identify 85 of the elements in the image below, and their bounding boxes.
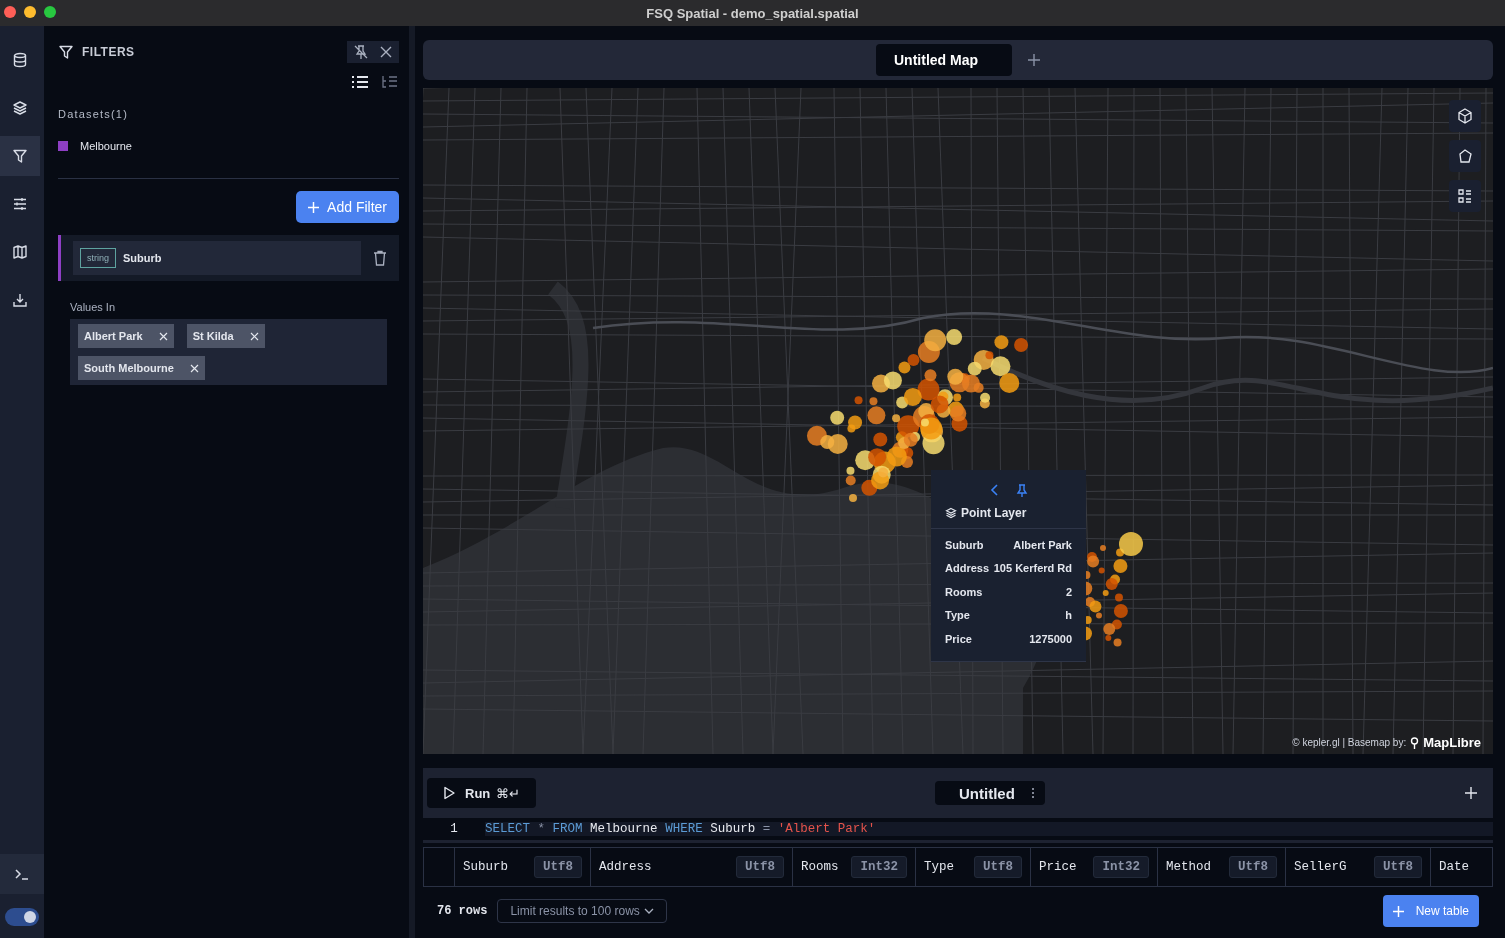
pin-icon[interactable] <box>1015 484 1028 498</box>
dataset-name: Melbourne <box>80 140 132 152</box>
column-type-badge: Int32 <box>851 856 907 878</box>
column-type-badge: Int32 <box>1093 856 1149 878</box>
field-label: Price <box>945 632 972 645</box>
filter-icon <box>12 148 28 164</box>
3d-view-button[interactable] <box>1449 100 1481 132</box>
values-label: Values In <box>70 301 117 313</box>
layers-icon <box>12 100 28 116</box>
column-type-badge: Utf8 <box>1374 856 1422 878</box>
column-header[interactable]: Suburb Utf8 <box>455 848 591 886</box>
sql-editor[interactable]: 1 SELECT * FROM Melbourne WHERE Suburb = 'Albert Park' <box>423 818 1493 843</box>
value-chip: Albert Park <box>78 324 174 348</box>
close-window-button[interactable] <box>4 6 16 18</box>
field-value: Albert Park <box>1013 538 1072 551</box>
filter-icon <box>58 44 74 60</box>
field-type-tag: string <box>80 248 116 268</box>
cube-icon <box>1457 108 1473 124</box>
column-header[interactable]: SellerG Utf8 <box>1286 848 1431 886</box>
line-number: 1 <box>449 822 459 836</box>
column-header[interactable]: Type Utf8 <box>916 848 1031 886</box>
datasets-label: Datasets(1) <box>58 108 130 120</box>
map-tab[interactable]: Untitled Map <box>876 44 1012 76</box>
field-value: 1275000 <box>1029 632 1072 645</box>
map-icon <box>12 244 28 260</box>
remove-icon[interactable] <box>249 331 259 341</box>
add-filter-button[interactable]: Add Filter <box>296 191 399 223</box>
values-field[interactable]: Albert Park St Kilda South Melbourne <box>70 319 387 385</box>
close-icon[interactable] <box>379 45 393 59</box>
field-label: Type <box>945 609 970 622</box>
column-type-badge: Utf8 <box>974 856 1022 878</box>
database-icon <box>12 52 28 68</box>
maplibre-logo-text: MapLibre <box>1423 735 1481 750</box>
field-value: 105 Kerferd Rd <box>993 562 1072 575</box>
trash-icon[interactable] <box>373 250 387 266</box>
download-icon <box>12 292 28 308</box>
remove-icon[interactable] <box>158 331 168 341</box>
back-icon[interactable] <box>989 484 1000 496</box>
panel-title: FILTERS <box>82 45 135 59</box>
field-value: h <box>1065 609 1072 622</box>
column-header[interactable]: Date <box>1431 848 1492 886</box>
plus-icon <box>1392 905 1404 917</box>
column-header[interactable]: Method Utf8 <box>1158 848 1286 886</box>
theme-toggle[interactable] <box>5 908 39 926</box>
layers-icon <box>945 507 957 519</box>
row-count: 76 rows <box>437 904 488 918</box>
column-header[interactable]: Address Utf8 <box>591 848 793 886</box>
field-label: Rooms <box>945 585 983 598</box>
legend-button[interactable] <box>1449 180 1481 212</box>
legend-icon <box>1457 188 1473 204</box>
value-chip: South Melbourne <box>78 356 205 380</box>
query-tab[interactable]: Untitled <box>935 781 1045 805</box>
column-type-badge: Utf8 <box>1229 856 1277 878</box>
polygon-icon <box>1457 148 1473 164</box>
tree-view-icon[interactable] <box>381 74 399 90</box>
field-value: 2 <box>1065 585 1072 598</box>
field-label: Suburb <box>945 538 984 551</box>
filter-field-selector[interactable]: string Suburb <box>73 241 361 275</box>
map-pin-icon <box>1410 736 1420 749</box>
plus-icon <box>308 201 320 213</box>
column-header[interactable]: Rooms Int32 <box>793 848 916 886</box>
limit-dropdown[interactable]: Limit results to 100 rows <box>497 899 667 923</box>
play-icon <box>443 786 455 800</box>
list-view-icon[interactable] <box>351 74 369 90</box>
layer-name: Point Layer <box>961 506 1027 520</box>
map-attribution: © kepler.gl | Basemap by: <box>1292 737 1407 748</box>
draw-button[interactable] <box>1449 140 1481 172</box>
column-type-badge: Utf8 <box>534 856 582 878</box>
sliders-icon <box>12 196 28 212</box>
more-icon[interactable] <box>1030 787 1035 799</box>
column-header[interactable]: Price Int32 <box>1031 848 1158 886</box>
maximize-window-button[interactable] <box>44 6 56 18</box>
field-label: Address <box>945 562 990 575</box>
filter-tab[interactable] <box>0 136 40 176</box>
new-table-button[interactable]: New table <box>1382 895 1479 927</box>
run-button[interactable]: Run ⌘↵ <box>427 778 537 808</box>
chevron-down-icon <box>643 908 654 914</box>
remove-icon[interactable] <box>189 363 199 373</box>
unpin-icon[interactable] <box>353 44 369 60</box>
sql-query: SELECT * FROM Melbourne WHERE Suburb = 'Albert Park' <box>485 822 1493 836</box>
column-type-badge: Utf8 <box>736 856 784 878</box>
minimize-window-button[interactable] <box>24 6 36 18</box>
terminal-icon <box>14 867 30 881</box>
window-title: FSQ Spatial - demo_spatial.spatial <box>646 5 859 21</box>
value-chip: St Kilda <box>186 324 265 348</box>
